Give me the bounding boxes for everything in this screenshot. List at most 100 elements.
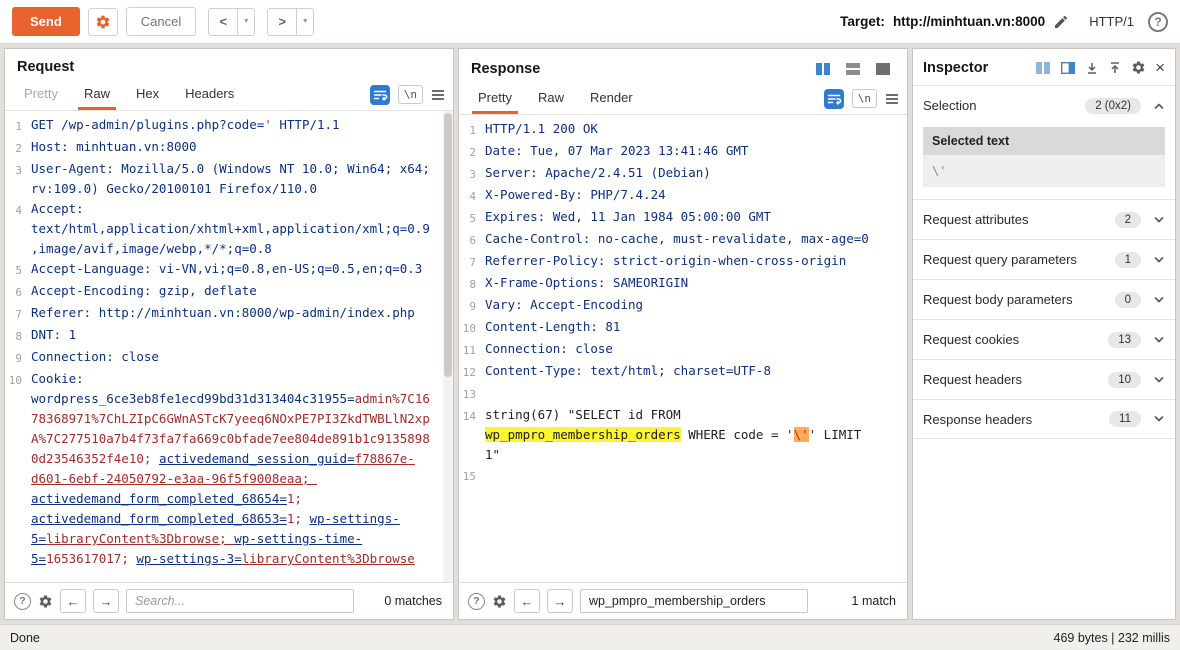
code-text[interactable]	[485, 383, 907, 405]
inspector-section-response-headers[interactable]: Response headers 11	[913, 399, 1175, 439]
code-text[interactable]: X-Powered-By: PHP/7.4.24	[485, 185, 907, 207]
code-text[interactable]: HTTP/1.1 200 OK	[485, 119, 907, 141]
code-line: 4 X-Powered-By: PHP/7.4.24	[459, 185, 907, 207]
code-text[interactable]: Connection: close	[31, 347, 453, 369]
line-number: 9	[15, 352, 22, 365]
inspector-section-request-body-parameters[interactable]: Request body parameters 0	[913, 279, 1175, 319]
line-number: 10	[8, 374, 22, 387]
status-text: Done	[10, 630, 40, 645]
response-tab-raw[interactable]: Raw	[525, 83, 577, 114]
response-tabs-row: Pretty Raw Render \n	[459, 83, 907, 115]
code-text[interactable]: Accept: text/html,application/xhtml+xml,…	[31, 199, 453, 259]
back-dropdown-button[interactable]: ▼	[238, 7, 256, 36]
search-help-icon[interactable]: ?	[468, 592, 485, 610]
show-newlines-button[interactable]: \n	[851, 89, 877, 108]
search-prev-button[interactable]: ←	[60, 589, 86, 613]
code-line: 12 Content-Type: text/html; charset=UTF-8	[459, 361, 907, 383]
code-text[interactable]: Referer: http://minhtuan.vn:8000/wp-admi…	[31, 303, 453, 325]
code-text[interactable]: Accept-Encoding: gzip, deflate	[31, 281, 453, 303]
send-button[interactable]: Send	[12, 7, 80, 36]
code-line: 10 Content-Length: 81	[459, 317, 907, 339]
code-text[interactable]: User-Agent: Mozilla/5.0 (Windows NT 10.0…	[31, 159, 453, 199]
code-text[interactable]: Content-Type: text/html; charset=UTF-8	[485, 361, 907, 383]
response-tab-render[interactable]: Render	[577, 83, 646, 114]
search-next-button[interactable]: →	[93, 589, 119, 613]
code-text[interactable]: Connection: close	[485, 339, 907, 361]
code-text[interactable]: GET /wp-admin/plugins.php?code=' HTTP/1.…	[31, 115, 453, 137]
request-search-input[interactable]	[126, 589, 354, 613]
gear-icon	[1131, 60, 1146, 75]
code-text[interactable]: string(67) "SELECT id FROM wp_pmpro_memb…	[485, 405, 907, 465]
editor-menu-button[interactable]	[431, 89, 445, 101]
collapse-all-button[interactable]	[1085, 61, 1099, 75]
code-text[interactable]: Cookie: wordpress_6ce3eb8fe1ecd99bd31d31…	[31, 369, 453, 569]
section-count-badge: 10	[1108, 371, 1141, 388]
back-button[interactable]: <	[208, 7, 239, 36]
code-text[interactable]: X-Frame-Options: SAMEORIGIN	[485, 273, 907, 295]
code-text[interactable]: DNT: 1	[31, 325, 453, 347]
scrollbar-thumb[interactable]	[444, 113, 452, 377]
view-rows-button[interactable]	[840, 59, 865, 79]
chevron-down-icon	[1153, 413, 1165, 425]
word-wrap-toggle-button[interactable]	[370, 85, 390, 105]
code-line: 3 Server: Apache/2.4.51 (Debian)	[459, 163, 907, 185]
forward-button[interactable]: >	[267, 7, 298, 36]
request-tab-pretty[interactable]: Pretty	[11, 79, 71, 110]
inspector-section-selection[interactable]: Selection 2 (0x2)	[913, 85, 1175, 125]
response-tab-pretty[interactable]: Pretty	[465, 83, 525, 114]
inspector-layout-right-button[interactable]	[1060, 61, 1076, 75]
code-text[interactable]: Referrer-Policy: strict-origin-when-cros…	[485, 251, 907, 273]
code-line: 9 Connection: close	[5, 347, 453, 369]
chevron-down-icon	[1153, 214, 1165, 226]
inspector-settings-button[interactable]	[1131, 60, 1146, 75]
view-columns-button[interactable]	[810, 59, 835, 79]
editor-menu-button[interactable]	[885, 93, 899, 105]
chevron-down-icon	[1153, 334, 1165, 346]
response-editor[interactable]: 1 HTTP/1.1 200 OK 2 Date: Tue, 07 Mar 2023 …	[459, 115, 907, 582]
code-text[interactable]: Accept-Language: vi-VN,vi;q=0.8,en-US;q=…	[31, 259, 453, 281]
request-editor[interactable]: 1 GET /wp-admin/plugins.php?code=' HTTP/1…	[5, 111, 453, 582]
response-search-input[interactable]	[580, 589, 808, 613]
help-icon[interactable]: ?	[1148, 11, 1168, 32]
search-next-button[interactable]: →	[547, 589, 573, 613]
code-text[interactable]: Server: Apache/2.4.51 (Debian)	[485, 163, 907, 185]
cancel-button[interactable]: Cancel	[125, 7, 197, 36]
line-number: 1	[15, 120, 22, 133]
selection-details: Selected text \'	[913, 125, 1175, 199]
code-text[interactable]: Host: minhtuan.vn:8000	[31, 137, 453, 159]
chevron-down-icon: ▼	[301, 18, 309, 25]
code-text[interactable]	[485, 465, 907, 487]
edit-target-button[interactable]	[1053, 14, 1069, 30]
code-text[interactable]: Cache-Control: no-cache, must-revalidate…	[485, 229, 907, 251]
selected-text-value[interactable]: \'	[923, 155, 1165, 187]
inspector-section-request-attributes[interactable]: Request attributes 2	[913, 199, 1175, 239]
inspector-section-request-query-parameters[interactable]: Request query parameters 1	[913, 239, 1175, 279]
request-tab-hex[interactable]: Hex	[123, 79, 172, 110]
request-tab-raw[interactable]: Raw	[71, 79, 123, 110]
inspector-close-button[interactable]: ×	[1155, 59, 1165, 76]
http-version-selector[interactable]: HTTP/1	[1089, 14, 1134, 29]
request-scrollbar[interactable]	[443, 111, 453, 582]
request-settings-button[interactable]	[87, 7, 118, 36]
search-help-icon[interactable]: ?	[14, 592, 31, 610]
search-settings-button[interactable]	[492, 594, 507, 609]
inspector-section-request-headers[interactable]: Request headers 10	[913, 359, 1175, 399]
line-number: 1	[469, 124, 476, 137]
view-single-button[interactable]	[870, 59, 895, 79]
code-text[interactable]: Date: Tue, 07 Mar 2023 13:41:46 GMT	[485, 141, 907, 163]
word-wrap-toggle-button[interactable]	[824, 89, 844, 109]
code-text[interactable]: Vary: Accept-Encoding	[485, 295, 907, 317]
show-newlines-button[interactable]: \n	[397, 85, 423, 104]
collapse-all-icon	[1085, 61, 1099, 75]
search-settings-button[interactable]	[38, 594, 53, 609]
expand-all-button[interactable]	[1108, 61, 1122, 75]
inspector-layout-left-button[interactable]	[1035, 61, 1051, 75]
inspector-section-request-cookies[interactable]: Request cookies 13	[913, 319, 1175, 359]
request-tab-headers[interactable]: Headers	[172, 79, 247, 110]
code-text[interactable]: Expires: Wed, 11 Jan 1984 05:00:00 GMT	[485, 207, 907, 229]
code-text[interactable]: Content-Length: 81	[485, 317, 907, 339]
request-tabs-row: Pretty Raw Hex Headers \n	[5, 79, 453, 111]
search-prev-button[interactable]: ←	[514, 589, 540, 613]
section-label: Response headers	[923, 411, 1033, 427]
forward-dropdown-button[interactable]: ▼	[297, 7, 315, 36]
